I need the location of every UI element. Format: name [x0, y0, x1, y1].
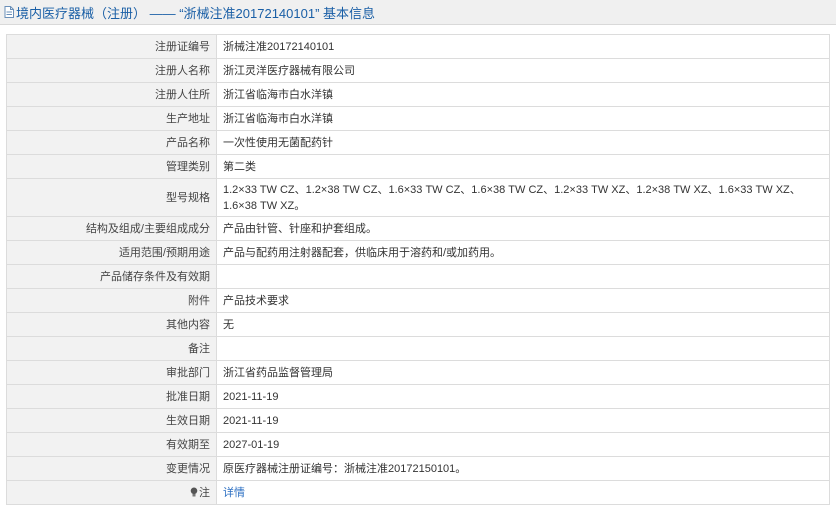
row-value: 1.2×33 TW CZ、1.2×38 TW CZ、1.6×33 TW CZ、1…	[216, 178, 830, 217]
row-value: 浙械注准20172140101	[216, 34, 830, 59]
row-label: 产品储存条件及有效期	[6, 264, 217, 289]
row-value: 第二类	[216, 154, 830, 179]
table-row: 结构及组成/主要组成成分 产品由针管、针座和护套组成。	[6, 216, 830, 241]
table-row: 注册人住所 浙江省临海市白水洋镇	[6, 82, 830, 107]
table-row: 审批部门 浙江省药品监督管理局	[6, 360, 830, 385]
table-row: 适用范围/预期用途 产品与配药用注射器配套，供临床用于溶药和/或加药用。	[6, 240, 830, 265]
row-value: 浙江灵洋医疗器械有限公司	[216, 58, 830, 83]
row-value: 2027-01-19	[216, 432, 830, 457]
table-row: 注 详情	[6, 480, 830, 505]
row-label: 注册证编号	[6, 34, 217, 59]
table-row: 产品名称 一次性使用无菌配药针	[6, 130, 830, 155]
table-row: 注册人名称 浙江灵洋医疗器械有限公司	[6, 58, 830, 83]
table-row: 产品储存条件及有效期	[6, 264, 830, 289]
row-label: 注册人名称	[6, 58, 217, 83]
row-value: 2021-11-19	[216, 384, 830, 409]
row-label: 适用范围/预期用途	[6, 240, 217, 265]
row-label: 注	[199, 486, 210, 499]
row-value: 浙江省临海市白水洋镇	[216, 106, 830, 131]
row-value: 原医疗器械注册证编号：浙械注准20172150101。	[216, 456, 830, 481]
row-value: 无	[216, 312, 830, 337]
row-value	[216, 336, 830, 361]
table-row: 变更情况 原医疗器械注册证编号：浙械注准20172150101。	[6, 456, 830, 481]
row-label: 型号规格	[6, 178, 217, 217]
row-value: 浙江省药品监督管理局	[216, 360, 830, 385]
row-label: 生产地址	[6, 106, 217, 131]
table-row: 生效日期 2021-11-19	[6, 408, 830, 433]
row-value: 产品由针管、针座和护套组成。	[216, 216, 830, 241]
row-label: 结构及组成/主要组成成分	[6, 216, 217, 241]
detail-table: 注册证编号 浙械注准20172140101 注册人名称 浙江灵洋医疗器械有限公司…	[6, 34, 830, 505]
row-value: 详情	[216, 480, 830, 505]
table-row: 备注	[6, 336, 830, 361]
row-label: 管理类别	[6, 154, 217, 179]
row-label: 生效日期	[6, 408, 217, 433]
row-label: 变更情况	[6, 456, 217, 481]
row-label: 审批部门	[6, 360, 217, 385]
table-row: 型号规格 1.2×33 TW CZ、1.2×38 TW CZ、1.6×33 TW…	[6, 178, 830, 217]
row-value: 产品技术要求	[216, 288, 830, 313]
bulb-icon	[190, 486, 198, 496]
row-value	[216, 264, 830, 289]
row-value: 产品与配药用注射器配套，供临床用于溶药和/或加药用。	[216, 240, 830, 265]
details-link[interactable]: 详情	[223, 487, 245, 499]
row-label: 有效期至	[6, 432, 217, 457]
note-label: 注	[6, 480, 217, 505]
row-value: 浙江省临海市白水洋镇	[216, 82, 830, 107]
row-label: 产品名称	[6, 130, 217, 155]
table-row: 批准日期 2021-11-19	[6, 384, 830, 409]
table-row: 其他内容 无	[6, 312, 830, 337]
row-label: 注册人住所	[6, 82, 217, 107]
table-row: 附件 产品技术要求	[6, 288, 830, 313]
page-title: 境内医疗器械（注册） —— “浙械注准20172140101” 基本信息	[16, 5, 376, 21]
row-value: 2021-11-19	[216, 408, 830, 433]
row-label: 批准日期	[6, 384, 217, 409]
row-label: 备注	[6, 336, 217, 361]
row-value: 一次性使用无菌配药针	[216, 130, 830, 155]
table-row: 管理类别 第二类	[6, 154, 830, 179]
table-row: 有效期至 2027-01-19	[6, 432, 830, 457]
table-row: 生产地址 浙江省临海市白水洋镇	[6, 106, 830, 131]
row-label: 附件	[6, 288, 217, 313]
row-label: 其他内容	[6, 312, 217, 337]
page-header: 境内医疗器械（注册） —— “浙械注准20172140101” 基本信息	[0, 0, 836, 25]
table-row: 注册证编号 浙械注准20172140101	[6, 34, 830, 59]
document-icon	[4, 6, 14, 18]
